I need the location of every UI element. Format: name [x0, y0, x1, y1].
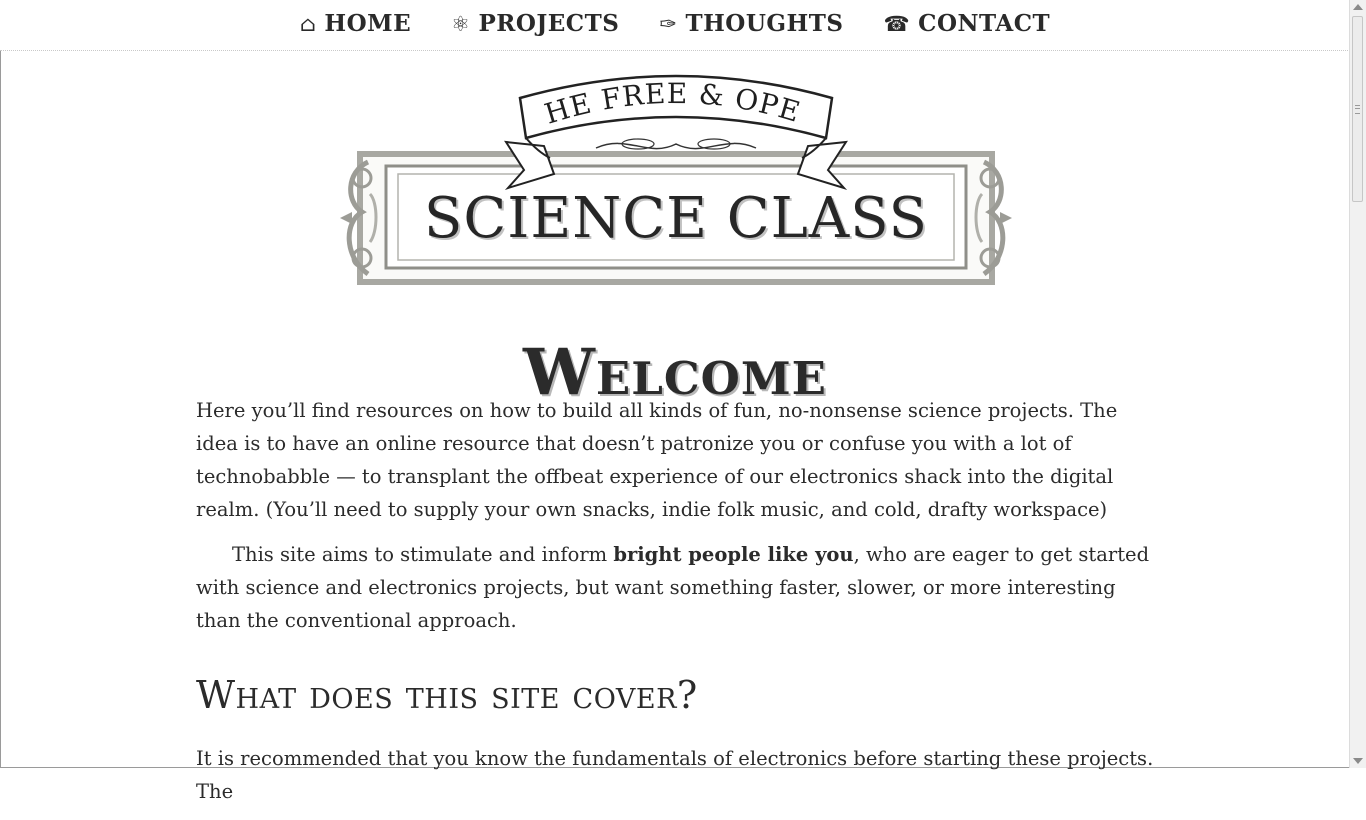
section-heading: What does this site cover? — [196, 673, 698, 717]
nav-item-label: THOUGHTS — [685, 10, 844, 37]
nav-item-contact[interactable]: ☎ CONTACT — [884, 10, 1051, 37]
nav-item-label: PROJECTS — [478, 10, 620, 37]
aims-text-start: This site aims to stimulate and inform — [232, 543, 614, 566]
logo-main-text: SCIENCE CLASS — [424, 186, 928, 251]
nav-item-home[interactable]: ⌂ HOME — [300, 10, 411, 37]
section-paragraph: It is recommended that you know the fund… — [196, 747, 1154, 803]
nav-item-label: HOME — [324, 10, 412, 37]
home-icon: ⌂ — [299, 11, 317, 36]
vertical-scrollbar[interactable] — [1349, 0, 1366, 768]
nav-item-projects[interactable]: ⚛ PROJECTS — [451, 10, 619, 37]
aims-paragraph: This site aims to stimulate and inform b… — [196, 538, 1156, 637]
site-logo[interactable]: THE FREE & OPEN SCIENCE CLASS SCIENCE CL… — [325, 36, 1014, 290]
scroll-down-arrow-icon[interactable] — [1353, 758, 1363, 764]
logo-graphic: THE FREE & OPEN SCIENCE CLASS SCIENCE CL… — [325, 36, 1012, 285]
grip-icon — [1355, 105, 1360, 114]
atom-icon: ⚛ — [451, 11, 471, 36]
nav-item-thoughts[interactable]: ✑ THOUGHTS — [659, 10, 843, 37]
nav-item-label: CONTACT — [918, 10, 1051, 37]
scroll-thumb[interactable] — [1352, 16, 1363, 202]
pen-icon: ✑ — [659, 11, 678, 36]
scroll-up-arrow-icon[interactable] — [1353, 4, 1363, 10]
main-content: Here you’ll find resources on how to bui… — [196, 394, 1156, 820]
telephone-icon: ☎ — [883, 11, 911, 36]
aims-emphasis: bright people like you — [613, 543, 854, 566]
top-navigation: ⌂ HOME ⚛ PROJECTS ✑ THOUGHTS ☎ CONTACT — [0, 0, 1350, 51]
intro-paragraph: Here you’ll find resources on how to bui… — [196, 399, 1118, 521]
